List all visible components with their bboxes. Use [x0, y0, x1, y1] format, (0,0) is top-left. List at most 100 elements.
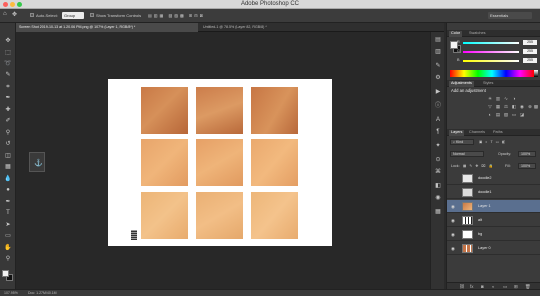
- tab-untitled-1[interactable]: Untitled-1 @ 78.5% (Layer 82, RGB/8) *: [200, 23, 318, 32]
- history-brush-icon[interactable]: ↺: [4, 140, 12, 148]
- hand-tool-icon[interactable]: ✋: [4, 244, 12, 252]
- layer-name[interactable]: Layer 0: [478, 246, 491, 250]
- move-tool-icon[interactable]: ✥: [4, 37, 12, 45]
- tab-styles[interactable]: Styles: [481, 81, 495, 85]
- zoom-readout[interactable]: 107.95%: [4, 291, 18, 295]
- healing-brush-icon[interactable]: ✚: [4, 106, 12, 114]
- visibility-eye-icon[interactable]: ◉: [451, 232, 455, 238]
- selectivecolor-icon[interactable]: ◪: [519, 112, 525, 117]
- brush-panel-icon[interactable]: ✎: [434, 62, 442, 70]
- bw-icon[interactable]: ◧: [511, 104, 517, 109]
- layer-name[interactable]: doodle1: [478, 190, 492, 194]
- tab-channels[interactable]: Channels: [467, 130, 487, 134]
- paragraph-panel-icon[interactable]: ¶: [434, 128, 442, 136]
- adjustments-title: Add an adjustment: [451, 88, 486, 93]
- foreground-color-swatch[interactable]: [2, 270, 9, 277]
- tab-swatches[interactable]: Swatches: [467, 31, 487, 35]
- glyphs-panel-icon[interactable]: ✦: [434, 142, 442, 150]
- blend-mode-dropdown[interactable]: Normal: [450, 151, 484, 157]
- tab-layers[interactable]: Layers: [449, 130, 465, 136]
- opacity-input[interactable]: 100%: [518, 151, 536, 157]
- brightness-icon[interactable]: ☀: [487, 96, 493, 101]
- clone-stamp-icon[interactable]: ⚲: [4, 129, 12, 137]
- lock-icons[interactable]: ▦ ✎ ✥ ⌧ 🔒: [463, 164, 494, 168]
- posterize-icon[interactable]: ▤: [495, 112, 501, 117]
- layer-row[interactable]: ◉ bg: [447, 228, 540, 241]
- layer-name[interactable]: Layer 1: [478, 204, 491, 208]
- tab-color[interactable]: Color: [449, 31, 463, 37]
- layer-name[interactable]: alt: [478, 218, 482, 222]
- histogram-icon[interactable]: ▦: [434, 208, 442, 216]
- green-slider[interactable]: [463, 51, 519, 53]
- info-panel-icon[interactable]: ⓘ: [434, 102, 442, 110]
- brush-tool-icon[interactable]: ✐: [4, 117, 12, 125]
- gradient-tool-icon[interactable]: ▦: [4, 163, 12, 171]
- auto-select-checkbox[interactable]: [30, 13, 34, 17]
- path-select-icon[interactable]: ➤: [4, 221, 12, 229]
- layer-row[interactable]: doodle1: [447, 186, 540, 199]
- layer-name[interactable]: bg: [478, 232, 482, 236]
- layer-filter-dropdown[interactable]: ⌕ Kind: [450, 139, 474, 145]
- threshold-icon[interactable]: ▧: [503, 112, 509, 117]
- shape-tool-icon[interactable]: ▭: [4, 232, 12, 240]
- layer-name[interactable]: doodle2: [478, 176, 492, 180]
- tab-adjustments[interactable]: Adjustments: [449, 81, 474, 87]
- tab-screen-shot[interactable]: Screen Shot 2019-10-13 at 1.20.06 PM.png…: [16, 23, 198, 32]
- visibility-eye-icon[interactable]: ◉: [451, 204, 455, 210]
- visibility-eye-icon[interactable]: ◉: [451, 218, 455, 224]
- curves-icon[interactable]: ∿: [503, 96, 509, 101]
- layer-row[interactable]: ◉ alt: [447, 214, 540, 227]
- blur-tool-icon[interactable]: 💧: [4, 175, 12, 183]
- floating-panel[interactable]: ⚓: [29, 152, 45, 172]
- grayscale-ramp[interactable]: [534, 70, 538, 77]
- exposure-icon[interactable]: ◑: [511, 96, 517, 101]
- align-icons[interactable]: ▤▥▦ ▧▨▩ ⊞⊟⊠: [148, 13, 205, 18]
- vibrance-icon[interactable]: ▽: [487, 104, 493, 109]
- red-slider[interactable]: [463, 42, 519, 44]
- green-value-input[interactable]: 255: [523, 49, 537, 54]
- move-tool-icon[interactable]: ✥: [12, 11, 17, 18]
- layer-comps-icon[interactable]: ◧: [434, 182, 442, 190]
- marquee-tool-icon[interactable]: ⬚: [4, 49, 12, 57]
- document-canvas[interactable]: [108, 79, 332, 246]
- timeline-panel-icon[interactable]: ⊙: [434, 156, 442, 164]
- quick-select-icon[interactable]: ✎: [4, 71, 12, 79]
- lookup-icon[interactable]: ▩: [533, 104, 539, 109]
- pen-tool-icon[interactable]: ✒: [4, 198, 12, 206]
- levels-icon[interactable]: ▥: [495, 96, 501, 101]
- eyedropper-icon[interactable]: ✒: [4, 94, 12, 102]
- balance-icon[interactable]: ⚖: [503, 104, 509, 109]
- visibility-eye-icon[interactable]: ◉: [451, 246, 455, 252]
- gradientmap-icon[interactable]: ▭: [511, 112, 517, 117]
- fill-input[interactable]: 100%: [518, 163, 536, 169]
- filter-icons[interactable]: ▣ ◐ T ▭ ◧: [479, 140, 506, 144]
- navigator-icon[interactable]: ◉: [434, 194, 442, 202]
- show-transform-checkbox[interactable]: [90, 13, 94, 17]
- red-value-input[interactable]: 255: [523, 40, 537, 45]
- crop-tool-icon[interactable]: ⌗: [4, 83, 12, 91]
- hue-icon[interactable]: ▦: [495, 104, 501, 109]
- invert-icon[interactable]: ◐: [487, 112, 493, 117]
- auto-select-dropdown[interactable]: Group: [62, 12, 84, 19]
- color-spectrum[interactable]: [450, 70, 534, 77]
- type-tool-icon[interactable]: T: [4, 209, 12, 217]
- layer-row[interactable]: ◉ Layer 0: [447, 242, 540, 255]
- clone-source-icon[interactable]: ⚙: [434, 74, 442, 82]
- paths-panel-icon[interactable]: ⌘: [434, 168, 442, 176]
- actions-panel-icon[interactable]: ▶: [434, 88, 442, 96]
- home-icon[interactable]: ⌂: [3, 11, 7, 17]
- layer-row-selected[interactable]: ◉ Layer 1: [447, 200, 540, 213]
- lasso-tool-icon[interactable]: ➰: [4, 60, 12, 68]
- blue-value-input[interactable]: 255: [523, 58, 537, 63]
- eraser-tool-icon[interactable]: ◫: [4, 152, 12, 160]
- properties-panel-icon[interactable]: ▥: [434, 48, 442, 56]
- workspace-dropdown[interactable]: Essentials: [488, 12, 532, 19]
- character-panel-icon[interactable]: A: [434, 116, 442, 124]
- layer-row[interactable]: doodle2: [447, 172, 540, 185]
- photofilter-icon[interactable]: ◉: [519, 104, 525, 109]
- blue-slider[interactable]: [463, 60, 519, 62]
- zoom-tool-icon[interactable]: ⚲: [4, 255, 12, 263]
- tab-paths[interactable]: Paths: [491, 130, 505, 134]
- history-panel-icon[interactable]: ▤: [434, 36, 442, 44]
- dodge-tool-icon[interactable]: ●: [4, 186, 12, 194]
